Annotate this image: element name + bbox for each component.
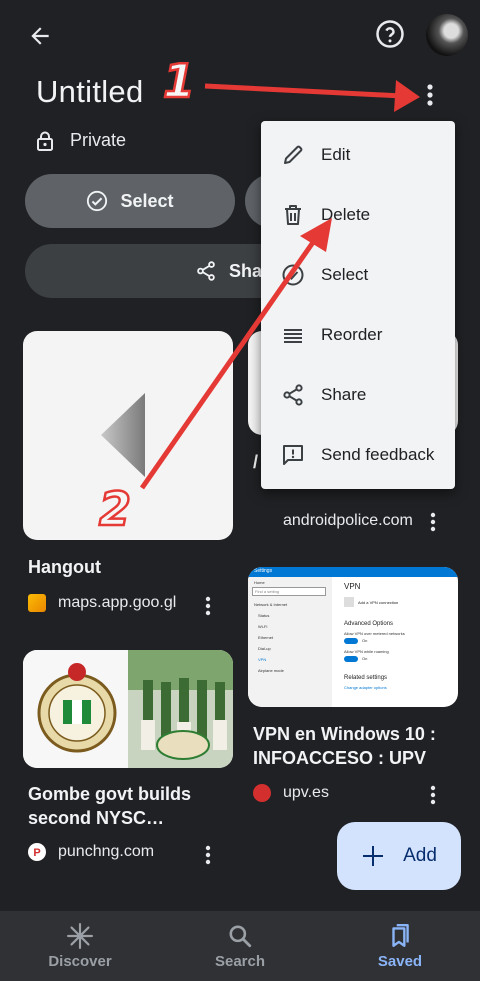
annotation-arrow-1 — [204, 80, 420, 112]
annotation-step-1: 1 — [162, 53, 197, 110]
annotation-arrows — [139, 80, 420, 490]
annotation-step-2: 2 — [98, 481, 133, 538]
annotation-arrow-2 — [139, 218, 332, 490]
